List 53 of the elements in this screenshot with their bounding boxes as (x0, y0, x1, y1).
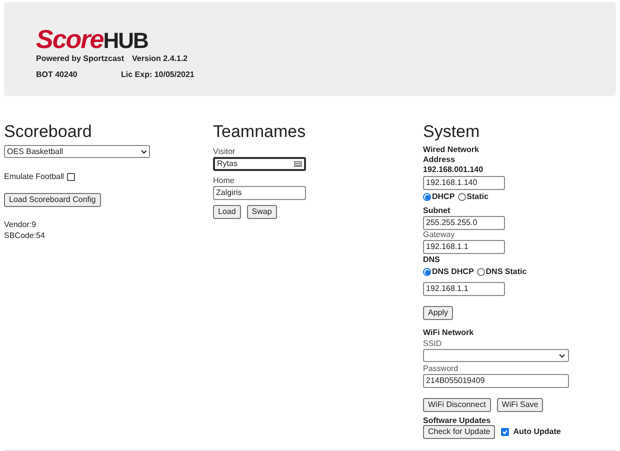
section-title: Teamnames (213, 122, 307, 142)
license-expiry-text: Lic Exp: 10/05/2021 (121, 69, 194, 81)
auto-update-checkbox[interactable] (501, 428, 510, 436)
radio-button[interactable] (476, 268, 485, 276)
chevron-down-icon (559, 354, 565, 358)
dns-field[interactable]: 192.168.1.1 (423, 282, 505, 296)
sbcode-text: SBCode:54 (4, 231, 46, 241)
scoreboard-select[interactable]: OES Basketball (4, 145, 150, 158)
checkbox-label: Auto Update (513, 426, 561, 438)
field-label: Visitor (213, 147, 236, 157)
wifi-button[interactable]: WiFi Save (496, 398, 544, 412)
radio-label: DNS Static (486, 266, 527, 278)
bot-id-text: BOT 40240 (36, 69, 78, 81)
radio-label: DNS DHCP (432, 266, 474, 278)
powered-by-text: Powered by Sportzcast (36, 53, 124, 65)
apply-button[interactable]: Apply (423, 306, 454, 320)
radio-label: DHCP (432, 191, 455, 203)
check-update-button[interactable]: Check for Update (423, 425, 496, 439)
field-label: Address (423, 155, 456, 165)
field-label: DNS (423, 255, 441, 265)
field-label: Home (213, 176, 236, 186)
team-action-button[interactable]: Swap (246, 205, 277, 219)
field-label: Gateway (423, 230, 456, 240)
radio-button[interactable] (423, 268, 431, 276)
section-title: System (423, 122, 481, 142)
vendor-text: Vendor:9 (4, 220, 38, 230)
radio-button[interactable] (458, 193, 466, 201)
group-heading: Wired Network (423, 145, 480, 155)
home-field[interactable]: Zalgiris (213, 186, 306, 200)
chevron-down-icon (141, 150, 147, 154)
ssid-select[interactable] (423, 349, 569, 362)
team-action-button[interactable]: Load (213, 205, 241, 219)
field-label: Password (423, 364, 460, 374)
current-address-text: 192.168.001.140 (423, 165, 484, 175)
group-heading: Software Updates (423, 416, 492, 426)
group-heading: WiFi Network (423, 328, 475, 338)
visitor-field[interactable]: Rytas (213, 157, 306, 171)
field-label: SSID (423, 339, 443, 349)
password-field[interactable]: 214B055019409 (423, 374, 569, 388)
gateway-field[interactable]: 192.168.1.1 (423, 240, 505, 254)
version-text: Version 2.4.1.2 (132, 53, 188, 65)
wifi-button[interactable]: WiFi Disconnect (423, 398, 491, 412)
load-config-button[interactable]: Load Scoreboard Config (4, 193, 101, 207)
address-field[interactable]: 192.168.1.140 (423, 176, 505, 190)
checkbox-label: Emulate Football (4, 171, 64, 183)
keyboard-icon (294, 161, 302, 167)
radio-label: Static (466, 191, 488, 203)
emulate-football-checkbox[interactable] (67, 173, 76, 181)
logo: ScoreHUB (36, 26, 149, 52)
field-label: Subnet (423, 206, 452, 216)
radio-button[interactable] (423, 193, 431, 201)
subnet-field[interactable]: 255.255.255.0 (423, 216, 505, 230)
section-title: Scoreboard (4, 122, 93, 142)
